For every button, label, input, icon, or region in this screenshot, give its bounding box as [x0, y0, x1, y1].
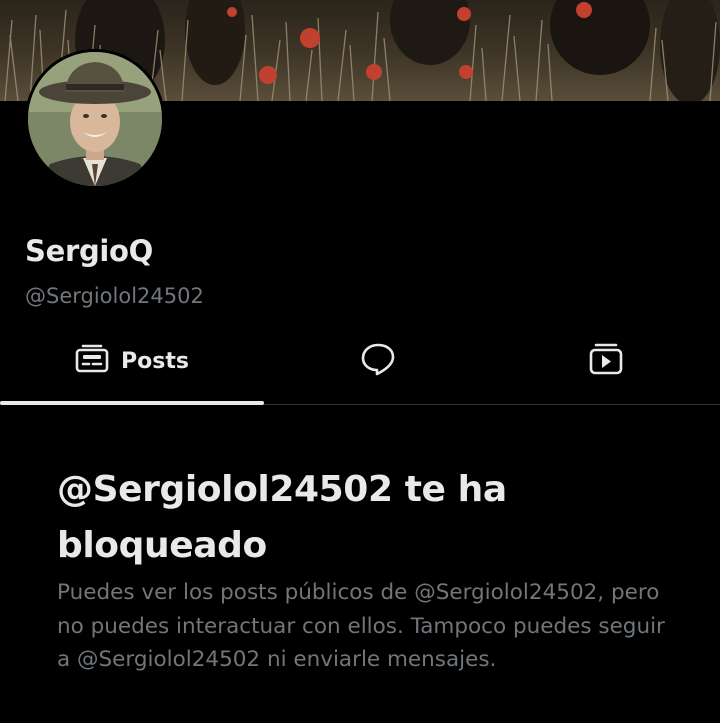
blocked-notice-title: @Sergiolol24502 te ha bloqueado [57, 469, 507, 566]
replies-icon [360, 341, 396, 381]
tab-media[interactable] [492, 318, 720, 404]
profile-display-name: SergioQ [25, 234, 154, 268]
media-icon [588, 342, 624, 380]
posts-icon [75, 344, 109, 378]
blocked-notice-description: Puedes ver los posts públicos de @Sergio… [57, 580, 665, 673]
tab-posts-label: Posts [121, 348, 189, 374]
tab-posts[interactable]: Posts [0, 318, 264, 404]
avatar[interactable] [25, 49, 165, 189]
selected-tab-indicator [0, 401, 264, 405]
avatar-image [28, 52, 162, 186]
profile-tabs: Posts [0, 318, 720, 405]
tab-replies[interactable] [264, 318, 492, 404]
profile-handle: @Sergiolol24502 [25, 284, 204, 308]
